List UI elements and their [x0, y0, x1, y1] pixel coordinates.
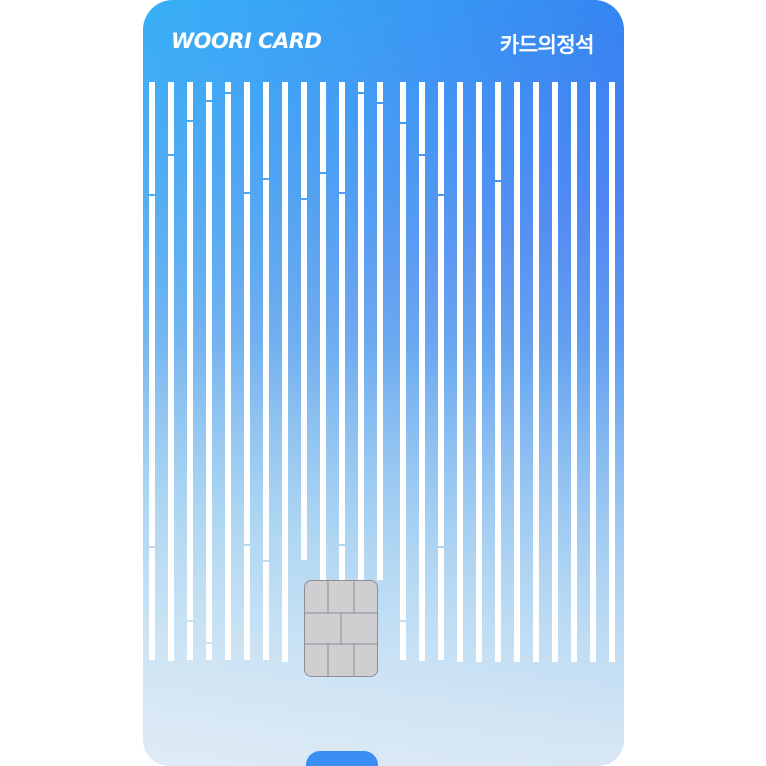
stripe [301, 82, 307, 198]
stripe [244, 546, 250, 660]
stripe [457, 82, 463, 662]
stripe [377, 82, 383, 102]
stripe [590, 82, 596, 662]
credit-card: WOORI CARD 카드의정석 [143, 0, 624, 766]
stripe [476, 82, 482, 662]
stripe [358, 82, 364, 92]
stripe [400, 124, 406, 620]
stripe [187, 82, 193, 120]
stripe [552, 82, 558, 662]
stripe [438, 196, 444, 546]
stripe [263, 562, 269, 660]
stripe [244, 82, 250, 192]
stripe [533, 82, 539, 662]
stripe [263, 82, 269, 178]
stripe [339, 194, 345, 544]
stripe [438, 548, 444, 660]
stripe [377, 104, 383, 580]
stripe [244, 194, 250, 544]
card-product-name: 카드의정석 [499, 33, 595, 57]
stripe [206, 644, 212, 660]
stripe [609, 82, 615, 662]
ic-chip-icon [304, 580, 378, 677]
stripe [187, 622, 193, 660]
stripe [168, 82, 174, 154]
stripe [282, 82, 288, 662]
stripe [339, 82, 345, 192]
stripe [571, 82, 577, 662]
stripe [225, 82, 231, 92]
stripe [419, 82, 425, 154]
stripe [168, 156, 174, 661]
stripe [358, 94, 364, 580]
stripe [149, 548, 155, 660]
stripe [187, 122, 193, 620]
stripe [514, 82, 520, 662]
stripe [320, 82, 326, 172]
stripe [400, 622, 406, 660]
stripe [149, 82, 155, 194]
stripe [339, 546, 345, 580]
stripe [225, 94, 231, 660]
stripe [419, 156, 425, 661]
barcode-stripes [149, 82, 615, 662]
card-brand-logo: WOORI CARD [171, 29, 322, 53]
stripe [400, 82, 406, 122]
stripe [263, 180, 269, 560]
stripe [495, 82, 501, 180]
stripe [206, 82, 212, 100]
stripe [206, 102, 212, 642]
stripe [149, 196, 155, 546]
stripe [495, 182, 501, 662]
stripe [301, 200, 307, 560]
card-bottom-tab [306, 751, 378, 766]
stripe [320, 174, 326, 584]
stripe [438, 82, 444, 194]
